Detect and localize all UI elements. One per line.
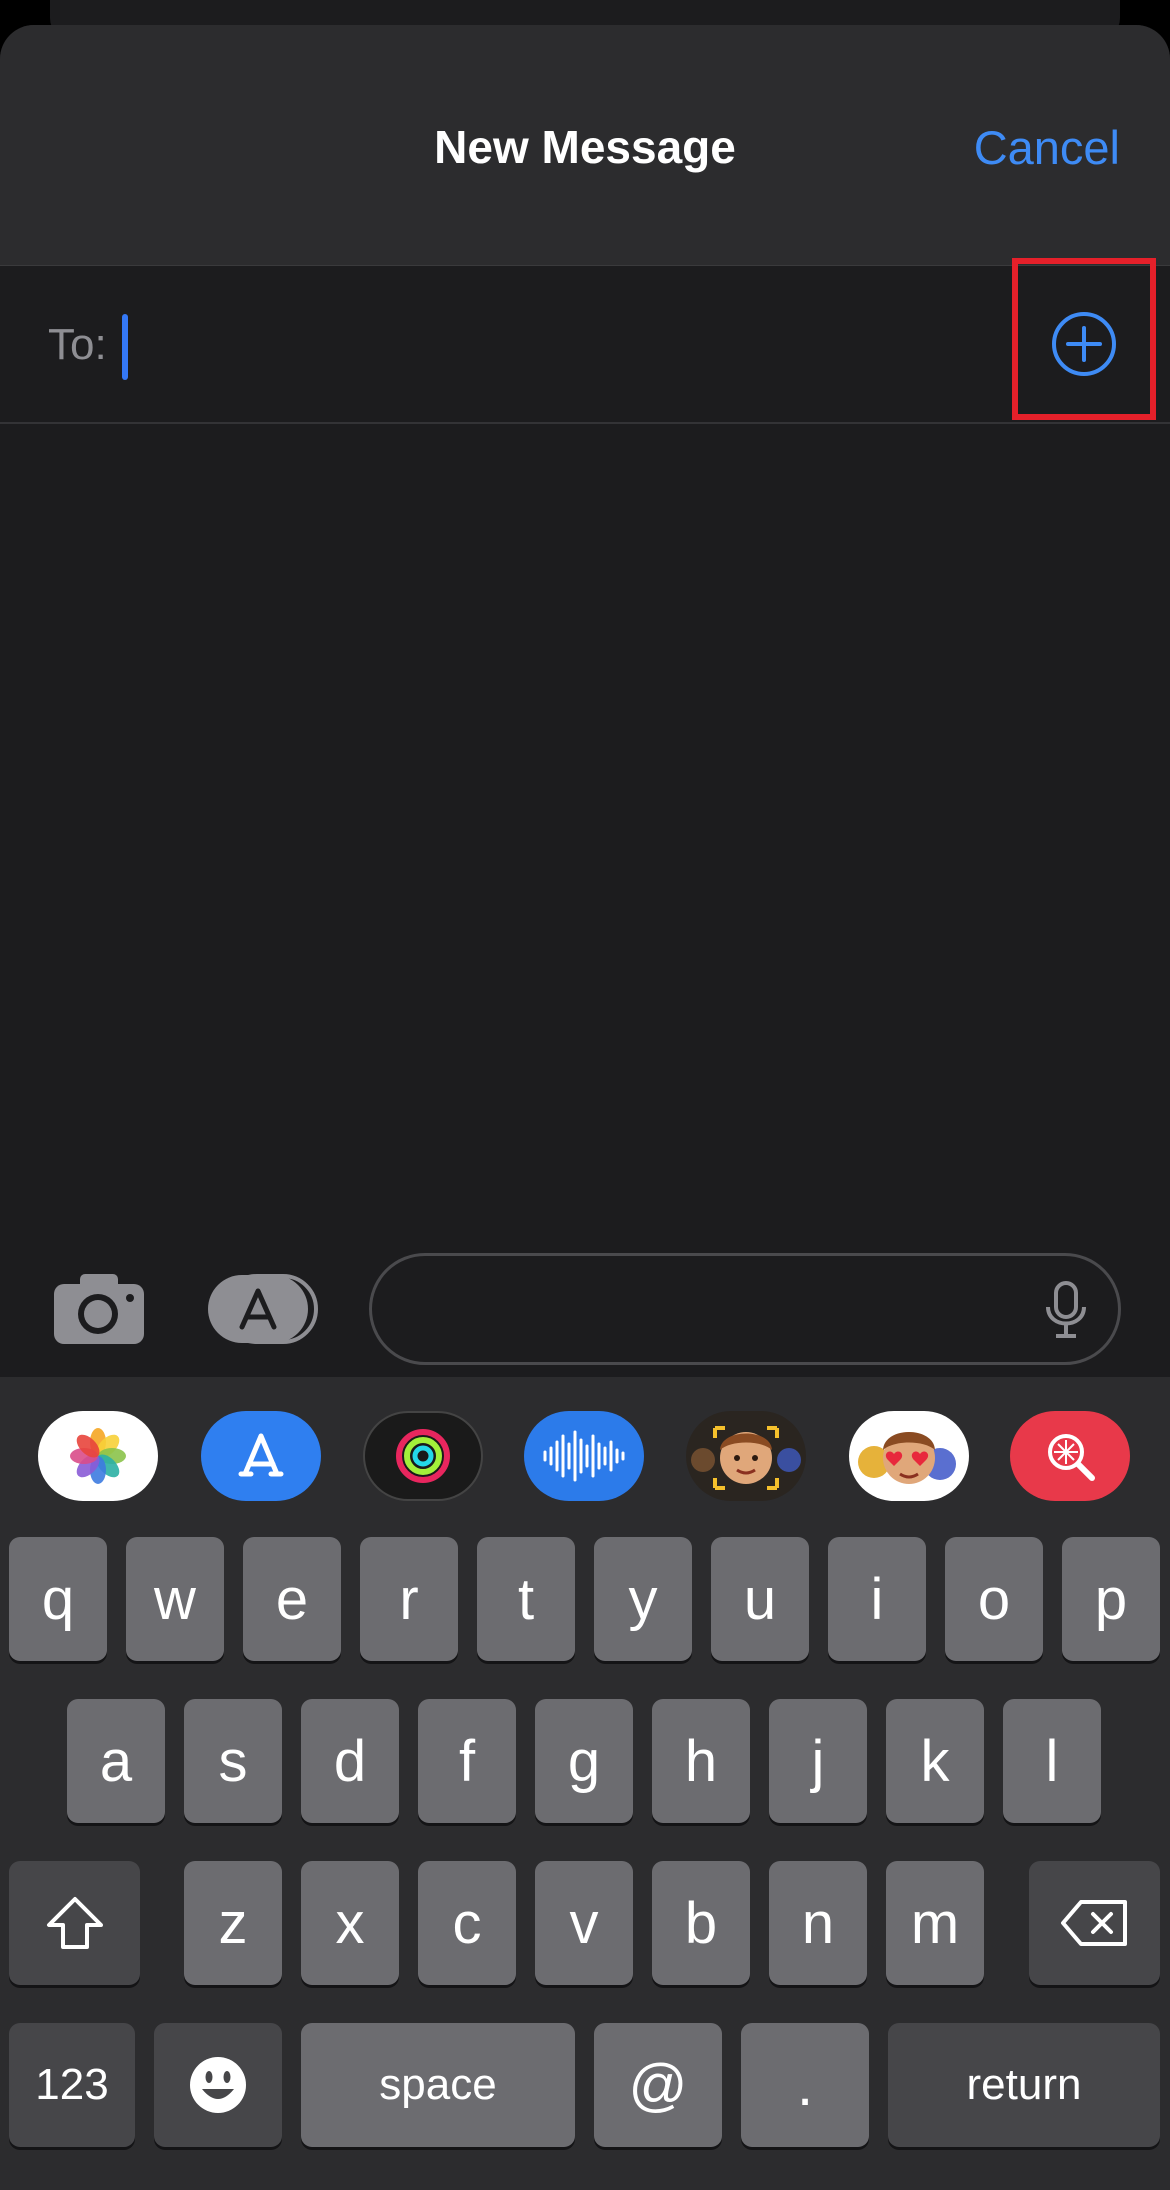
- key-e[interactable]: e: [243, 1537, 341, 1661]
- key-c[interactable]: c: [418, 1861, 516, 1985]
- key-d[interactable]: d: [301, 1699, 399, 1823]
- photos-app-icon[interactable]: [38, 1411, 158, 1501]
- period-key[interactable]: .: [741, 2023, 869, 2147]
- apps-toggle-icon[interactable]: [206, 1273, 322, 1345]
- to-label: To:: [48, 320, 107, 369]
- key-h[interactable]: h: [652, 1699, 750, 1823]
- key-m[interactable]: m: [886, 1861, 984, 1985]
- cancel-button[interactable]: Cancel: [974, 120, 1120, 175]
- key-b[interactable]: b: [652, 1861, 750, 1985]
- key-n[interactable]: n: [769, 1861, 867, 1985]
- key-o[interactable]: o: [945, 1537, 1043, 1661]
- key-k[interactable]: k: [886, 1699, 984, 1823]
- key-r[interactable]: r: [360, 1537, 458, 1661]
- return-key[interactable]: return: [888, 2023, 1160, 2147]
- memoji-app-icon[interactable]: [686, 1411, 806, 1501]
- delete-key[interactable]: [1029, 1861, 1160, 1985]
- delete-icon: [1060, 1900, 1127, 1946]
- key-g[interactable]: g: [535, 1699, 633, 1823]
- microphone-icon[interactable]: [1044, 1281, 1088, 1339]
- key-x[interactable]: x: [301, 1861, 399, 1985]
- key-w[interactable]: w: [126, 1537, 224, 1661]
- key-s[interactable]: s: [184, 1699, 282, 1823]
- key-a[interactable]: a: [67, 1699, 165, 1823]
- memoji-stickers-icon[interactable]: [849, 1411, 969, 1501]
- key-q[interactable]: q: [9, 1537, 107, 1661]
- text-cursor: [122, 314, 128, 380]
- nav-bar: New Message Cancel: [0, 25, 1170, 266]
- image-search-app-icon[interactable]: [1010, 1411, 1130, 1501]
- key-y[interactable]: y: [594, 1537, 692, 1661]
- key-p[interactable]: p: [1062, 1537, 1160, 1661]
- space-key[interactable]: space: [301, 2023, 575, 2147]
- add-contact-button[interactable]: [1050, 310, 1118, 378]
- key-v[interactable]: v: [535, 1861, 633, 1985]
- key-t[interactable]: t: [477, 1537, 575, 1661]
- key-j[interactable]: j: [769, 1699, 867, 1823]
- recipient-field[interactable]: To:: [0, 266, 1170, 424]
- numbers-key[interactable]: 123: [9, 2023, 135, 2147]
- camera-icon[interactable]: [52, 1272, 146, 1346]
- app-store-icon[interactable]: [201, 1411, 321, 1501]
- emoji-icon: [190, 2057, 246, 2113]
- key-f[interactable]: f: [418, 1699, 516, 1823]
- key-u[interactable]: u: [711, 1537, 809, 1661]
- audio-message-app-icon[interactable]: [524, 1411, 644, 1501]
- shift-key[interactable]: [9, 1861, 140, 1985]
- key-l[interactable]: l: [1003, 1699, 1101, 1823]
- message-input[interactable]: [369, 1253, 1121, 1365]
- key-i[interactable]: i: [828, 1537, 926, 1661]
- shift-icon: [46, 1897, 103, 1949]
- at-key[interactable]: @: [594, 2023, 722, 2147]
- emoji-key[interactable]: [154, 2023, 282, 2147]
- activity-app-icon[interactable]: [363, 1411, 483, 1501]
- key-z[interactable]: z: [184, 1861, 282, 1985]
